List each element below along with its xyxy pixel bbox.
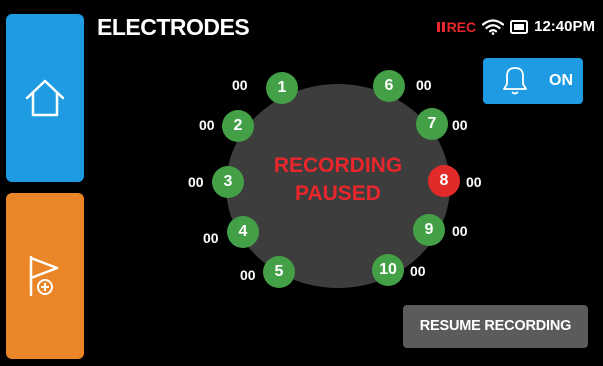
home-icon [25,79,65,117]
recording-status-line2: PAUSED [295,182,381,205]
page-title: ELECTRODES [97,14,250,40]
resume-recording-button[interactable]: RESUME RECORDING [403,305,588,348]
electrode-2[interactable]: 2 [222,110,254,142]
bell-icon [503,67,527,95]
add-flag-button[interactable] [6,193,84,359]
rec-indicator: REC [436,18,477,35]
electrode-6[interactable]: 6 [373,70,405,102]
electrode-3-value: 00 [188,174,204,190]
alarm-toggle-button[interactable]: ON [483,58,583,104]
home-button[interactable] [6,14,84,182]
alarm-state-label: ON [549,72,573,89]
electrode-6-value: 00 [416,77,432,93]
electrode-1-value: 00 [232,77,248,93]
electrode-9-value: 00 [452,223,468,239]
electrode-8-value: 00 [466,174,482,190]
clock: 12:40PM [534,18,595,35]
electrode-3[interactable]: 3 [212,166,244,198]
electrode-8[interactable]: 8 [428,165,460,197]
electrode-10-value: 00 [410,263,426,279]
electrode-9[interactable]: 9 [413,214,445,246]
electrode-7[interactable]: 7 [416,108,448,140]
electrode-4[interactable]: 4 [227,216,259,248]
electrode-5-value: 00 [240,267,256,283]
electrode-7-value: 00 [452,117,468,133]
electrode-5[interactable]: 5 [263,256,295,288]
rec-label: REC [446,18,477,35]
recording-status-line1: RECORDING [273,154,403,177]
electrode-10[interactable]: 10 [372,254,404,286]
electrode-2-value: 00 [199,117,215,133]
electrode-1[interactable]: 1 [266,72,298,104]
status-bar: REC 12:40PM [436,18,595,35]
recording-status: RECORDING PAUSED [226,152,450,208]
battery-icon [510,19,529,34]
flag-add-icon [29,255,59,297]
rec-icon [436,21,445,32]
wifi-icon [482,18,505,35]
electrode-4-value: 00 [203,230,219,246]
